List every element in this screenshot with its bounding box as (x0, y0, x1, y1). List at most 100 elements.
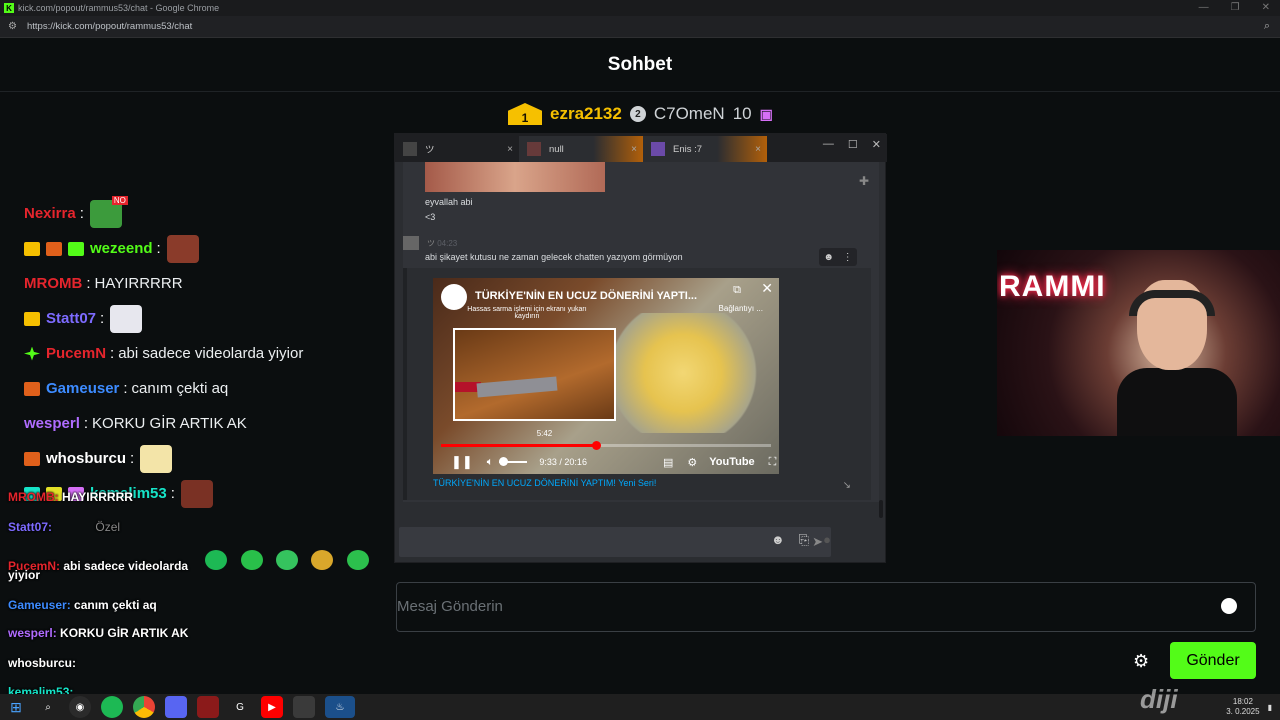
tab-close-icon[interactable]: × (507, 144, 513, 155)
gifter-name[interactable]: ezra2132 (550, 104, 622, 124)
notification-icon[interactable]: ▮ (1268, 703, 1272, 712)
youtube-logo[interactable]: YouTube (709, 456, 754, 468)
send-button[interactable]: Gönder (1170, 642, 1256, 679)
tab-label: Enis :7 (673, 143, 703, 155)
overlay-text: KORKU GİR ARTIK AK (60, 626, 189, 640)
separator: : (86, 275, 91, 292)
add-reaction-icon[interactable]: ✚ (859, 174, 869, 188)
close-icon[interactable]: ✕ (872, 138, 881, 151)
url-text[interactable]: https://kick.com/popout/rammus53/chat (27, 21, 192, 32)
more-options-icon[interactable]: ⋮ (843, 252, 853, 263)
spotify-icon[interactable] (101, 696, 123, 718)
close-video-icon[interactable]: ✕ (761, 280, 773, 297)
tab-3[interactable]: Enis :7 × (643, 136, 767, 162)
google-icon[interactable]: G (229, 696, 251, 718)
tab-2[interactable]: null × (519, 136, 643, 162)
video-embed: TÜRKİYE'NİN EN UCUZ DÖNERİNİ YAPTI... Ha… (403, 268, 871, 500)
chat-username[interactable]: MROMB (24, 275, 82, 292)
chat-username[interactable]: whosburcu (46, 450, 126, 467)
overlay-text: HAYIRRRRR (62, 490, 133, 504)
video-title[interactable]: TÜRKİYE'NİN EN UCUZ DÖNERİNİ YAPTI... (475, 290, 697, 302)
windows-start-icon[interactable]: ⊞ (5, 696, 27, 718)
restore-icon[interactable]: ❐ (1231, 2, 1240, 13)
progress-bar[interactable] (441, 441, 771, 450)
pause-icon[interactable]: ❚❚ (451, 454, 473, 470)
scrollbar[interactable] (879, 500, 883, 518)
copy-link-label[interactable]: Bağlantıyı ... (719, 304, 763, 313)
separator: : (156, 240, 161, 257)
video-caption: Hassas sarma işlemi için ekranı yukarı k… (467, 306, 587, 320)
sparkle-badge-icon (24, 346, 40, 361)
chat-username[interactable]: PucemN (46, 345, 106, 362)
overlay-user: Gameuser: (8, 598, 71, 612)
message-text: abi şikayet kutusu ne zaman gelecek chat… (425, 252, 683, 262)
top-gifters: 1 ezra2132 2 C7OmeN 10 ▣ (508, 103, 773, 125)
volume-icon[interactable]: 🔈︎ (487, 456, 494, 469)
chat-text: HAYIRRRRR (94, 275, 183, 292)
tab-close-icon[interactable]: × (755, 144, 761, 155)
popup-window-controls: — ☐ ✕ (823, 138, 881, 151)
minimize-icon[interactable]: — (823, 138, 834, 151)
chat-username[interactable]: Nexirra (24, 205, 76, 222)
close-icon[interactable]: ✕ (1262, 2, 1270, 13)
copy-link-icon[interactable]: ⧉ (733, 284, 741, 297)
settings-icon[interactable]: ⚙ (687, 456, 697, 469)
author-name[interactable]: ツ (427, 239, 435, 248)
zoom-icon[interactable]: ⌕ (1264, 20, 1270, 33)
chat-username[interactable]: Gameuser (46, 380, 119, 397)
overlay-line: PucemN: abi sadece videolarda (8, 550, 369, 573)
gift-icon: ▣ (759, 105, 773, 122)
chat-username[interactable]: wesperl (24, 415, 80, 432)
discord-icon[interactable] (165, 696, 187, 718)
rank-1-badge: 1 (508, 103, 542, 125)
tab-close-icon[interactable]: × (631, 144, 637, 155)
message-placeholder: Mesaj Gönderin (397, 598, 503, 615)
embed-link[interactable]: TÜRKİYE'NİN EN UCUZ DÖNERİNİ YAPTIM! Yen… (433, 478, 656, 488)
youtube-player[interactable]: TÜRKİYE'NİN EN UCUZ DÖNERİNİ YAPTI... Ha… (433, 278, 779, 474)
site-settings-icon[interactable]: ⚙ (8, 21, 17, 32)
minimize-icon[interactable]: — (1199, 2, 1209, 13)
clock[interactable]: 18:02 3. 0.2025 (1226, 697, 1259, 717)
emoji-icon[interactable]: ☻ (771, 532, 785, 548)
maximize-icon[interactable]: ☐ (848, 138, 858, 151)
emote-image (346, 550, 369, 570)
webcam-feed: RAMMI (997, 250, 1280, 436)
separator: : (83, 415, 89, 432)
gift-count: 10 (732, 104, 752, 123)
chat-message: whosburcu : (24, 441, 394, 476)
attach-icon[interactable]: ⎘ (799, 532, 809, 548)
emoji-reaction-icon[interactable]: ☻ (823, 252, 834, 263)
overlay-text: abi sadece videolarda (63, 559, 189, 573)
popup-message-input[interactable]: ➤ (399, 527, 831, 557)
app-icon[interactable]: ◉ (69, 696, 91, 718)
message-text: <3 (425, 212, 436, 222)
overlay-text: yiyior (8, 568, 41, 582)
subtitles-icon[interactable]: ▤ (663, 456, 673, 469)
channel-avatar[interactable] (441, 284, 467, 310)
gifter-name[interactable]: C7OmeN (654, 104, 725, 124)
steam-icon[interactable]: ♨ (325, 696, 355, 718)
app-icon[interactable] (293, 696, 315, 718)
app-icon[interactable] (197, 696, 219, 718)
address-bar[interactable]: ⚙ https://kick.com/popout/rammus53/chat … (0, 16, 1280, 38)
settings-gear-icon[interactable]: ⚙ (1133, 651, 1149, 672)
chat-message: MROMB : HAYIRRRRR (24, 266, 394, 301)
avatar[interactable] (403, 236, 419, 250)
expand-icon[interactable]: ↘ (843, 480, 851, 491)
youtube-icon[interactable]: ▶ (261, 696, 283, 718)
chrome-icon[interactable] (133, 696, 155, 718)
search-icon[interactable]: ⌕ (37, 696, 59, 718)
message-input[interactable]: Mesaj Gönderin (396, 582, 1256, 632)
popup-tabs: ツ × null × Enis :7 × — ☐ ✕ (395, 134, 887, 162)
chat-username[interactable]: Statt07 (46, 310, 96, 327)
tab-1[interactable]: ツ × (395, 136, 519, 162)
video-frame (608, 313, 758, 433)
mic-icon[interactable]: ● (823, 532, 831, 548)
volume-slider[interactable] (499, 457, 528, 466)
emoji-picker-icon[interactable] (1221, 598, 1237, 614)
sub-badge-icon (24, 381, 40, 396)
chat-username[interactable]: wezeend (90, 240, 153, 257)
emote-tag: NO (111, 195, 128, 205)
progress-knob[interactable] (592, 441, 602, 450)
fullscreen-icon[interactable]: ⛶ (769, 456, 777, 469)
